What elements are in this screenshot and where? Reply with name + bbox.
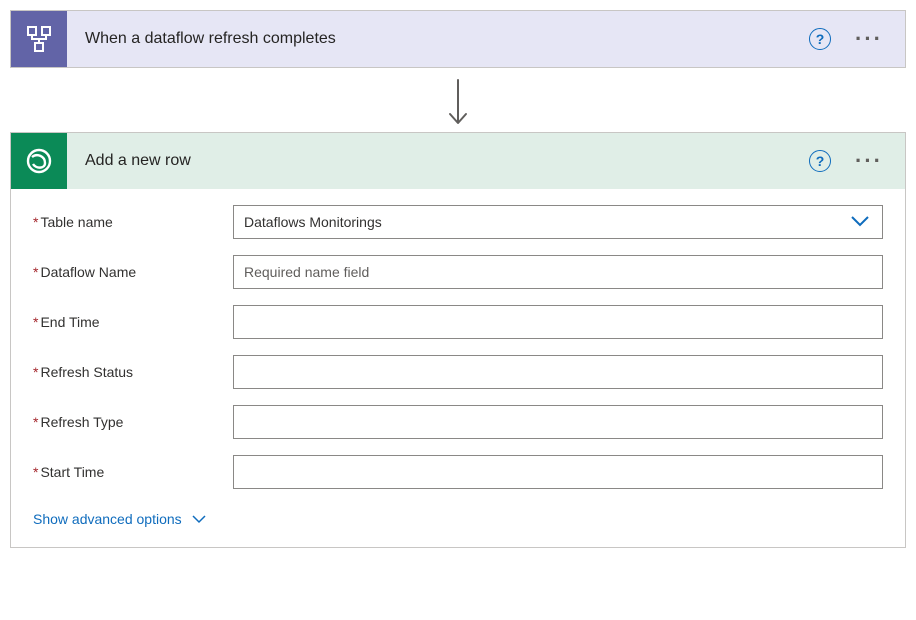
input-start-time[interactable] (233, 455, 883, 489)
label-refresh-type: *Refresh Type (33, 414, 233, 430)
field-table-name: *Table name Dataflows Monitorings (33, 205, 883, 239)
label-dataflow-name: *Dataflow Name (33, 264, 233, 280)
field-dataflow-name: *Dataflow Name (33, 255, 883, 289)
input-end-time[interactable] (233, 305, 883, 339)
arrow-down-icon (446, 78, 470, 126)
label-refresh-status: *Refresh Status (33, 364, 233, 380)
dataverse-swirl-icon (23, 145, 55, 177)
field-start-time: *Start Time (33, 455, 883, 489)
chevron-down-icon (850, 214, 870, 231)
more-menu-icon[interactable]: ··· (849, 150, 889, 172)
trigger-card: When a dataflow refresh completes ? ··· (10, 10, 906, 68)
action-body: *Table name Dataflows Monitorings *Dataf… (11, 189, 905, 547)
trigger-connector-icon (11, 11, 67, 67)
field-refresh-type: *Refresh Type (33, 405, 883, 439)
flowchart-icon (24, 24, 54, 54)
input-refresh-status[interactable] (233, 355, 883, 389)
action-card: Add a new row ? ··· *Table name Dataflow… (10, 132, 906, 548)
field-refresh-status: *Refresh Status (33, 355, 883, 389)
action-header[interactable]: Add a new row ? ··· (11, 133, 905, 189)
field-end-time: *End Time (33, 305, 883, 339)
select-table-name-value: Dataflows Monitorings (244, 214, 382, 230)
label-end-time: *End Time (33, 314, 233, 330)
input-refresh-type[interactable] (233, 405, 883, 439)
select-table-name[interactable]: Dataflows Monitorings (233, 205, 883, 239)
input-dataflow-name[interactable] (233, 255, 883, 289)
label-start-time: *Start Time (33, 464, 233, 480)
chevron-down-icon (192, 511, 206, 527)
show-advanced-options[interactable]: Show advanced options (33, 511, 206, 527)
help-icon[interactable]: ? (809, 28, 831, 50)
action-title: Add a new row (85, 152, 791, 170)
more-menu-icon[interactable]: ··· (849, 28, 889, 50)
flow-connector (10, 68, 906, 132)
label-table-name: *Table name (33, 214, 233, 230)
action-connector-icon (11, 133, 67, 189)
trigger-title: When a dataflow refresh completes (85, 30, 791, 48)
help-icon[interactable]: ? (809, 150, 831, 172)
advanced-options-label: Show advanced options (33, 511, 182, 527)
trigger-header[interactable]: When a dataflow refresh completes ? ··· (11, 11, 905, 67)
